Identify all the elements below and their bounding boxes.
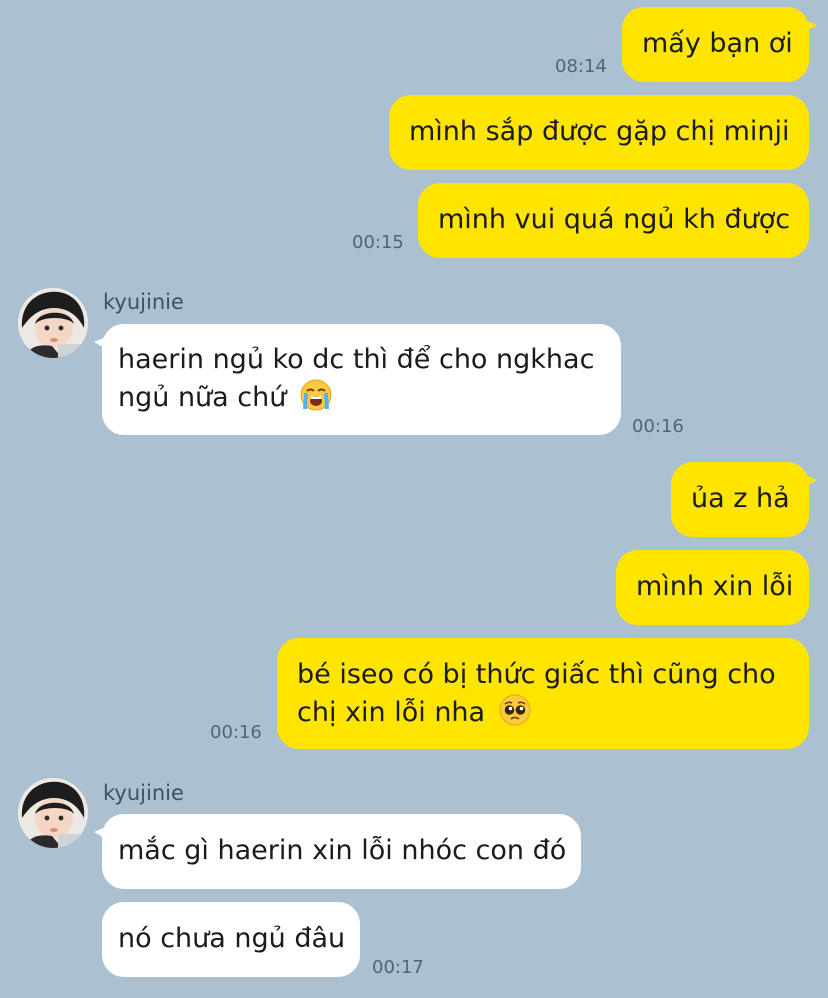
- message-timestamp: 08:14: [555, 56, 607, 77]
- loudly-crying-face-icon: [299, 378, 333, 412]
- message-text-line: haerin ngủ ko dc thì để cho ngkhac: [118, 344, 595, 375]
- received-message-bubble[interactable]: haerin ngủ ko dc thì để cho ngkhac ngủ n…: [94, 324, 621, 435]
- sent-message-bubble[interactable]: ủa z hả: [671, 462, 817, 537]
- message-text-line: ngủ nữa chứ: [118, 378, 605, 416]
- sender-name: kyujinie: [103, 781, 184, 805]
- received-message-bubble[interactable]: nó chưa ngủ đâu: [102, 902, 360, 977]
- sent-message-bubble[interactable]: bé iseo có bị thức giấc thì cũng cho chị…: [277, 638, 809, 749]
- message-text: ủa z hả: [691, 483, 790, 514]
- message-text-line: chị xin lỗi nha: [297, 693, 789, 731]
- message-text: mình sắp được gặp chị minji: [409, 116, 790, 147]
- message-timestamp: 00:16: [632, 416, 684, 437]
- sent-message-bubble[interactable]: mình vui quá ngủ kh được: [418, 183, 809, 258]
- sender-name: kyujinie: [103, 290, 184, 314]
- avatar[interactable]: [18, 288, 88, 358]
- message-timestamp: 00:16: [210, 722, 262, 743]
- message-timestamp: 00:17: [372, 957, 424, 978]
- pleading-face-icon: [498, 693, 532, 727]
- avatar[interactable]: [18, 778, 88, 848]
- sent-message-bubble[interactable]: mấy bạn ơi: [622, 7, 817, 82]
- message-text: mình xin lỗi: [636, 571, 794, 602]
- sent-message-bubble[interactable]: mình xin lỗi: [616, 550, 809, 625]
- message-text-line: bé iseo có bị thức giấc thì cũng cho: [297, 659, 776, 690]
- sent-message-bubble[interactable]: mình sắp được gặp chị minji: [389, 95, 809, 170]
- message-text: mình vui quá ngủ kh được: [438, 204, 791, 235]
- message-text: nó chưa ngủ đâu: [118, 923, 346, 954]
- message-text: mắc gì haerin xin lỗi nhóc con đó: [118, 835, 567, 866]
- message-timestamp: 00:15: [352, 232, 404, 253]
- received-message-bubble[interactable]: mắc gì haerin xin lỗi nhóc con đó: [94, 814, 581, 889]
- message-text: mấy bạn ơi: [642, 28, 793, 59]
